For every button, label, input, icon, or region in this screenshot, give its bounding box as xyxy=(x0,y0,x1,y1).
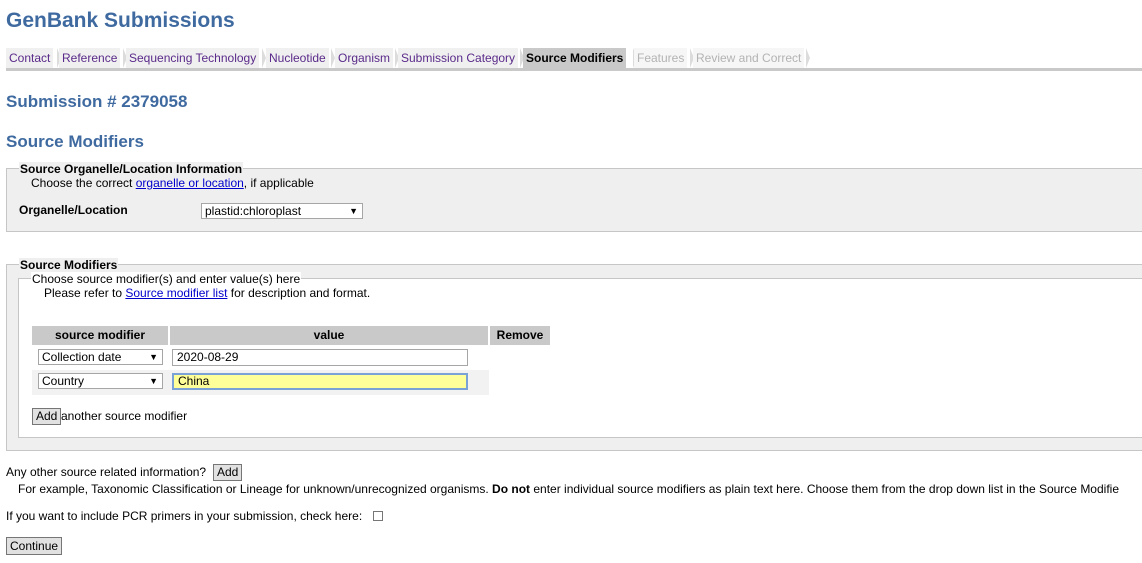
chevron-down-icon: ▼ xyxy=(349,206,358,216)
app-title: GenBank Submissions xyxy=(6,9,235,32)
organelle-label: Organelle/Location xyxy=(19,203,128,217)
tab-submission-category[interactable]: Submission Category xyxy=(398,48,519,68)
tab-reference[interactable]: Reference xyxy=(59,48,121,68)
section-title: Source Modifiers xyxy=(6,132,144,151)
chevron-down-icon: ▼ xyxy=(149,352,158,362)
other-info-question: Any other source related information? xyxy=(6,465,207,479)
continue-button[interactable]: Continue xyxy=(6,537,63,555)
organelle-legend: Source Organelle/Location Information xyxy=(19,162,244,176)
tab-review-and-correct: Review and Correct xyxy=(693,48,805,68)
other-info-note: For example, Taxonomic Classification or… xyxy=(18,482,1119,496)
modifier-select-value: Collection date xyxy=(42,350,122,364)
tab-source-modifiers[interactable]: Source Modifiers xyxy=(523,48,627,68)
pcr-primers-checkbox[interactable] xyxy=(373,511,383,521)
tab-organism[interactable]: Organism xyxy=(335,48,394,68)
column-header-value: value xyxy=(170,326,488,345)
organelle-location-link[interactable]: organelle or location xyxy=(136,176,244,190)
modifier-select-value: Country xyxy=(42,374,85,388)
organelle-select-value: plastid:chloroplast xyxy=(205,204,302,218)
submission-title: Submission # 2379058 xyxy=(6,92,188,111)
add-source-modifier-button[interactable]: Add xyxy=(32,408,62,425)
modifier-value-input[interactable]: China xyxy=(172,373,468,390)
add-source-modifier-label: another source modifier xyxy=(61,409,188,423)
modifiers-hint: Please refer to Source modifier list for… xyxy=(44,286,371,300)
wizard-tabs: Contact Reference Sequencing Technology … xyxy=(6,48,1142,71)
tab-features: Features xyxy=(634,48,688,68)
column-header-remove: Remove xyxy=(490,326,550,345)
modifier-select[interactable]: Collection date ▼ xyxy=(38,349,163,365)
modifiers-legend: Source Modifiers xyxy=(19,258,119,272)
pcr-primers-label: If you want to include PCR primers in yo… xyxy=(6,509,363,523)
column-header-source-modifier: source modifier xyxy=(32,326,168,345)
add-other-info-button[interactable]: Add xyxy=(213,464,243,481)
modifier-value-input[interactable]: 2020-08-29 xyxy=(172,349,468,366)
tab-contact[interactable]: Contact xyxy=(6,48,54,68)
modifier-select[interactable]: Country ▼ xyxy=(38,373,163,389)
tab-sequencing-technology[interactable]: Sequencing Technology xyxy=(126,48,260,68)
organelle-hint: Choose the correct organelle or location… xyxy=(31,176,314,190)
tab-nucleotide[interactable]: Nucleotide xyxy=(266,48,329,68)
tab-separator xyxy=(806,48,810,68)
modifiers-inner-legend: Choose source modifier(s) and enter valu… xyxy=(31,272,302,286)
source-modifier-list-link[interactable]: Source modifier list xyxy=(125,286,227,300)
organelle-select[interactable]: plastid:chloroplast ▼ xyxy=(201,203,363,219)
chevron-down-icon: ▼ xyxy=(149,376,158,386)
